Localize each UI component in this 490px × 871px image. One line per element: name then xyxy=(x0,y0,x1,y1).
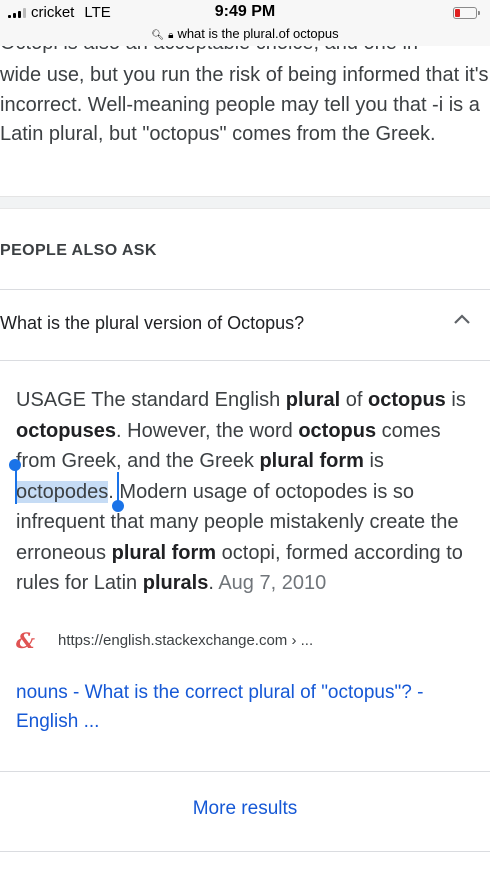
paa-question[interactable]: What is the plural version of Octopus? xyxy=(0,313,304,334)
snippet-cut-text: Octopi is also an acceptable choice, and… xyxy=(0,46,418,58)
paa-answer: USAGE The standard English plural of oct… xyxy=(16,389,466,594)
svg-text:&: & xyxy=(16,628,35,652)
people-also-ask-heading: PEOPLE ALSO ASK xyxy=(0,242,157,259)
selected-text[interactable]: octopodes xyxy=(16,480,109,503)
snippet-cut-line: Octopi is also an acceptable choice, and… xyxy=(0,46,490,60)
section-divider xyxy=(0,196,490,209)
address-bar[interactable]: 🔍︎ 🔒︎ what is the plural.of octopus xyxy=(0,26,490,41)
status-bar: cricket LTE 9:49 PM 🔍︎ 🔒︎ what is the plur… xyxy=(0,0,490,46)
address-url: what is the plural.of octopus xyxy=(177,26,339,41)
answer-date: Aug 7, 2010 xyxy=(218,572,327,594)
selection-end-handle[interactable] xyxy=(112,500,124,512)
search-icon: 🔍︎ xyxy=(151,30,165,41)
status-time: 9:49 PM xyxy=(214,3,276,20)
divider xyxy=(0,360,490,361)
selection-start-bar xyxy=(15,468,17,504)
featured-snippet-text: wide use, but you run the risk of being … xyxy=(0,64,489,145)
source-url[interactable]: https://english.stackexchange.com › ... xyxy=(58,632,313,649)
result-link-text[interactable]: nouns - What is the correct plural of "o… xyxy=(16,682,423,732)
divider xyxy=(0,289,490,290)
chevron-up-icon[interactable] xyxy=(452,312,472,326)
divider xyxy=(0,851,490,852)
divider xyxy=(0,771,490,772)
result-link[interactable]: nouns - What is the correct plural of "o… xyxy=(16,678,476,736)
battery-icon xyxy=(453,7,480,19)
stackexchange-ampersand-icon: & xyxy=(16,628,35,652)
lock-icon: 🔒︎ xyxy=(168,30,174,41)
more-results-link[interactable]: More results xyxy=(0,798,490,820)
